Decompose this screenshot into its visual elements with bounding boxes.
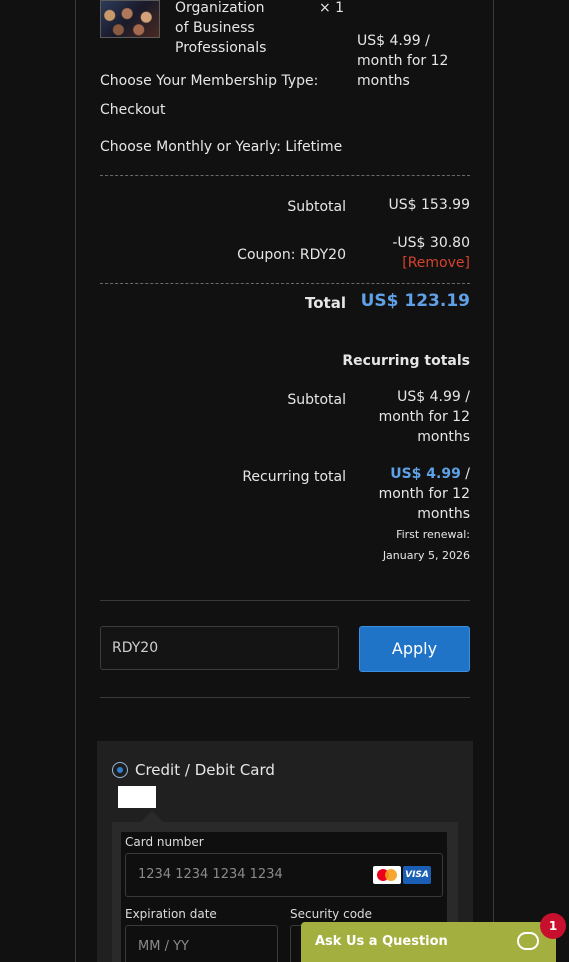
panel-border-left [75, 0, 76, 962]
product-thumbnail [100, 0, 160, 38]
product-quantity: × 1 [319, 0, 345, 16]
membership-type-label: Choose Your Membership Type: [100, 73, 319, 89]
recurring-subtotal-label: Subtotal [287, 392, 346, 408]
apply-coupon-button[interactable]: Apply [359, 626, 470, 672]
remove-coupon-link[interactable]: [Remove] [360, 253, 470, 273]
product-price-line-1: US$ 4.99 / [357, 33, 430, 49]
coupon-code-input[interactable]: RDY20 [100, 626, 339, 670]
visa-icon: VISA [403, 866, 431, 884]
billing-period: Choose Monthly or Yearly: Lifetime [100, 139, 343, 155]
recurring-totals-heading: Recurring totals [342, 353, 470, 369]
total-label: Total [305, 294, 346, 312]
recurring-total-line-3: months [417, 506, 470, 522]
product-name-line-1: Organization [175, 0, 265, 16]
membership-type-value: Checkout [100, 102, 166, 118]
security-code-label: Security code [290, 907, 373, 921]
product-name-line-3: Professionals [175, 40, 267, 56]
expiration-placeholder: MM / YY [138, 939, 189, 954]
recurring-total-label: Recurring total [242, 469, 346, 485]
recurring-subtotal-line-2: month for 12 [378, 409, 470, 425]
subtotal-label: Subtotal [287, 199, 346, 215]
total-value: US$ 123.19 [360, 291, 470, 311]
product-price-line-2: month for 12 [357, 53, 449, 69]
divider [100, 697, 470, 698]
ask-question-label[interactable]: Ask Us a Question [315, 934, 448, 949]
expiration-date-input[interactable]: MM / YY [125, 925, 278, 962]
subtotal-value: US$ 153.99 [388, 197, 470, 213]
caret-up-icon [141, 811, 163, 822]
chat-bubble-icon[interactable] [517, 932, 539, 950]
mastercard-icon [373, 866, 401, 884]
card-icon-placeholder [118, 786, 156, 808]
card-number-placeholder: 1234 1234 1234 1234 [138, 867, 283, 882]
product-name-line-2: of Business [175, 20, 255, 36]
recurring-total-suffix: / [460, 466, 470, 482]
notification-badge: 1 [540, 913, 566, 939]
first-renewal-label: First renewal: [396, 528, 470, 541]
divider [100, 283, 470, 284]
credit-card-radio[interactable] [112, 762, 128, 778]
divider [100, 175, 470, 176]
coupon-value: -US$ 30.80 [392, 235, 470, 251]
recurring-total-amount: US$ 4.99 [390, 466, 461, 482]
coupon-label: Coupon: RDY20 [237, 247, 346, 263]
credit-card-label[interactable]: Credit / Debit Card [135, 760, 275, 780]
recurring-subtotal-line-1: US$ 4.99 / [397, 389, 470, 405]
recurring-total-amount-line: US$ 4.99 / [340, 464, 470, 484]
first-renewal-date: January 5, 2026 [382, 549, 470, 562]
divider [100, 600, 470, 601]
recurring-subtotal-line-3: months [417, 429, 470, 445]
product-price-line-3: months [357, 73, 410, 89]
panel-border-right [493, 0, 494, 962]
expiration-date-label: Expiration date [125, 907, 217, 921]
recurring-total-line-2: month for 12 [378, 486, 470, 502]
card-number-label: Card number [125, 835, 204, 849]
